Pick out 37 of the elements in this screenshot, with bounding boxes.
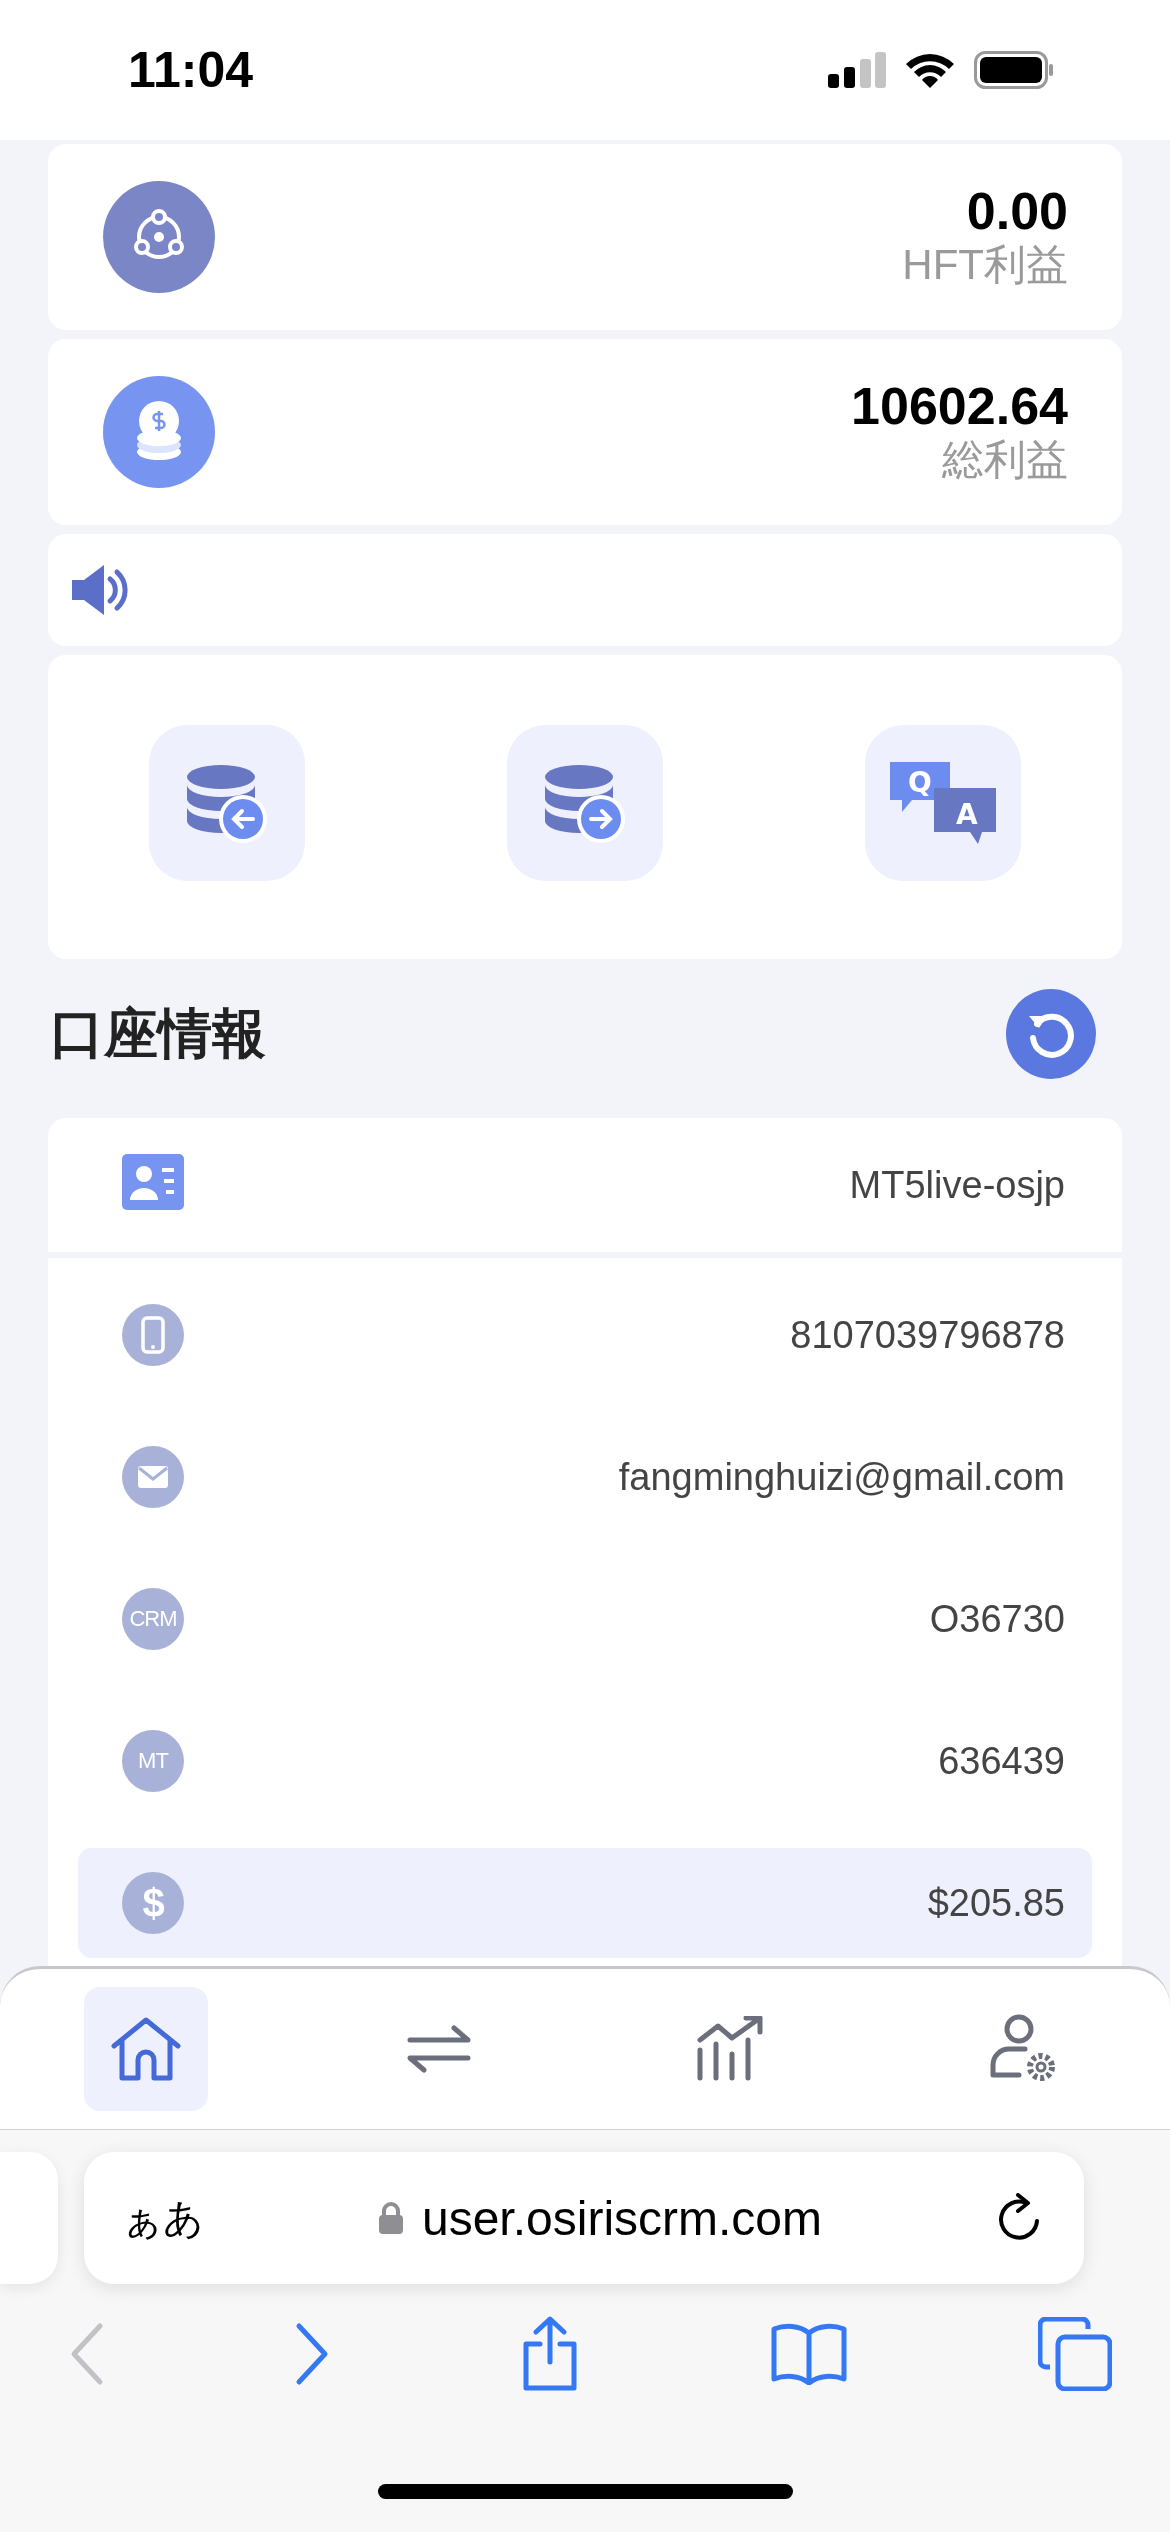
info-value: O36730 (929, 1597, 1065, 1641)
stat-label: HFT利益 (902, 240, 1068, 291)
wifi-icon (904, 51, 956, 89)
stat-value: 0.00 (966, 183, 1068, 241)
reload-icon[interactable] (996, 2193, 1042, 2243)
network-icon (103, 181, 215, 293)
speaker-icon (72, 564, 128, 616)
badge-icon: $ (122, 1872, 184, 1934)
swap-arrows-icon (405, 2024, 472, 2074)
faq-button[interactable]: Q A (865, 725, 1021, 881)
withdraw-button[interactable] (507, 725, 663, 881)
lock-icon (377, 2201, 404, 2235)
stat-value: 10602.64 (851, 378, 1068, 436)
mail-icon (122, 1446, 184, 1508)
info-value: MT5live-osjp (849, 1163, 1065, 1207)
tabs-icon[interactable] (1038, 2317, 1112, 2391)
home-icon (110, 2016, 183, 2082)
signal-icon (828, 52, 886, 88)
phone-icon (122, 1304, 184, 1366)
battery-icon (974, 51, 1054, 89)
coins-icon (103, 376, 215, 488)
stat-label: 総利益 (942, 435, 1068, 486)
book-icon[interactable] (771, 2323, 847, 2385)
address-bar[interactable]: ぁあ user.osiriscrm.com (84, 2152, 1084, 2284)
home-tab[interactable] (84, 1987, 209, 2111)
deposit-button[interactable] (149, 725, 305, 881)
forward-icon[interactable] (295, 2322, 329, 2386)
info-value: 636439 (938, 1739, 1065, 1783)
status-time: 11:04 (128, 41, 254, 99)
url-text: user.osiriscrm.com (421, 2190, 823, 2246)
badge-icon: MT (122, 1730, 184, 1792)
badge-icon: CRM (122, 1588, 184, 1650)
text-size-button[interactable]: ぁあ (122, 2190, 204, 2246)
info-value: $205.85 (927, 1881, 1065, 1925)
info-value: fangminghuizi@gmail.com (618, 1455, 1065, 1499)
info-value: 8107039796878 (790, 1313, 1065, 1357)
section-title: 口座情報 (50, 1001, 266, 1065)
